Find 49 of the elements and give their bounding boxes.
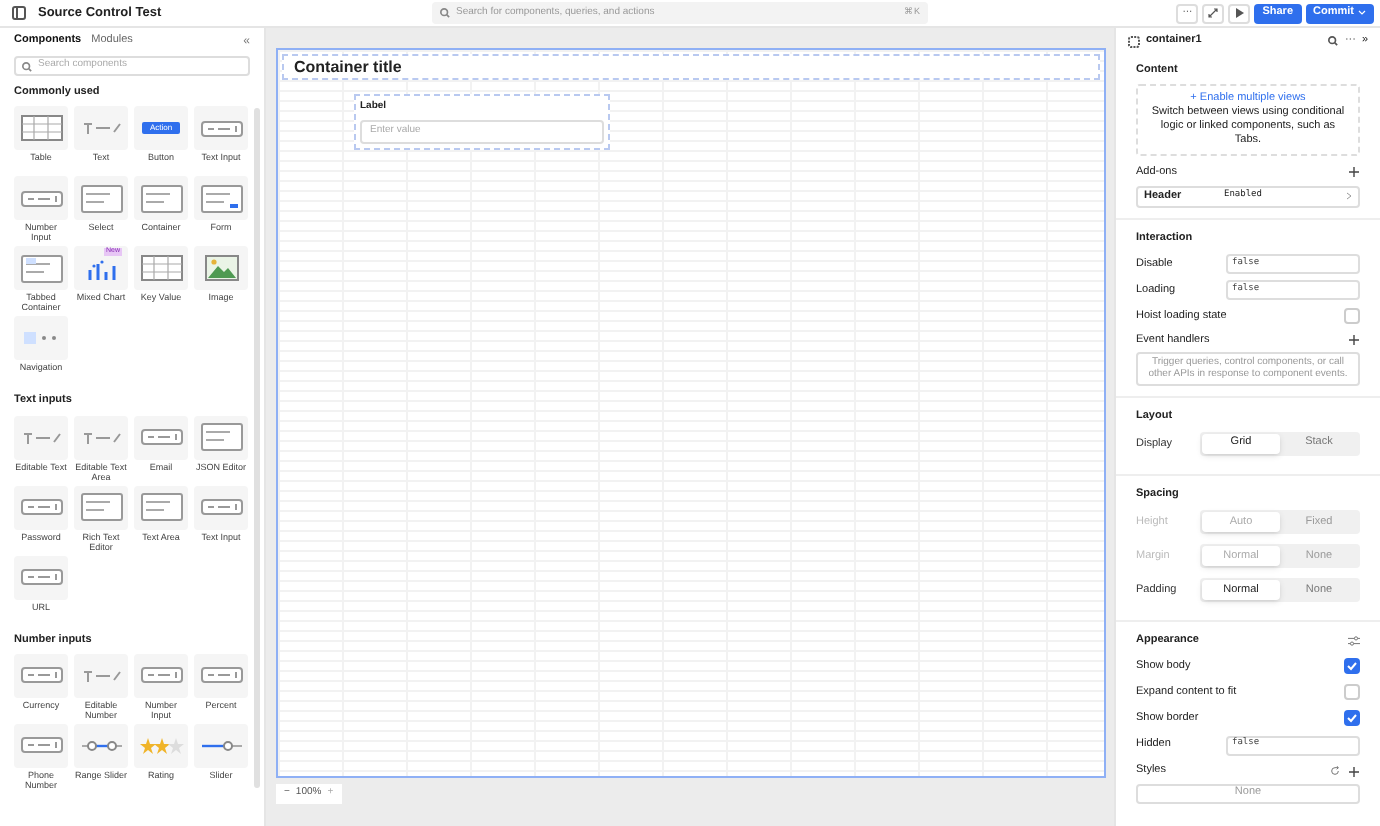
checkbox[interactable] (1344, 684, 1360, 700)
component-thumbnail-icon (203, 254, 239, 283)
component-thumbnail-icon (79, 739, 123, 752)
sliders-icon[interactable] (1348, 635, 1360, 646)
refresh-icon[interactable] (1330, 766, 1340, 776)
component-thumbnail-icon (19, 498, 63, 516)
component-thumbnail-icon (199, 119, 243, 138)
component-thumbnail-icon (199, 498, 243, 516)
component-thumbnail-icon (23, 332, 59, 345)
fullscreen-button[interactable] (1202, 3, 1225, 23)
container-icon (1128, 35, 1140, 47)
checkbox[interactable] (1344, 308, 1360, 325)
component-thumbnail-icon (79, 429, 123, 445)
component-thumbnail-icon (139, 183, 183, 214)
add-icon[interactable] (1348, 166, 1360, 179)
caret-icon (1358, 10, 1366, 16)
component-thumbnail-icon (19, 568, 63, 586)
chevron-icon (1346, 192, 1352, 200)
component-thumbnail-icon (199, 739, 243, 752)
sidebar-toggle-icon[interactable] (12, 6, 26, 20)
component-thumbnail-icon (199, 183, 243, 214)
component-thumbnail-icon (79, 667, 123, 684)
component-thumbnail-icon (199, 422, 243, 452)
component-thumbnail-icon (199, 666, 243, 685)
preview-button[interactable] (1228, 3, 1251, 23)
add-icon[interactable] (1348, 765, 1360, 777)
component-thumbnail-icon (19, 253, 63, 284)
search-icon (22, 61, 32, 71)
component-thumbnail-icon (139, 428, 183, 446)
component-thumbnail-icon (19, 429, 63, 445)
component-thumbnail-icon (79, 183, 123, 214)
component-thumbnail-icon (139, 666, 183, 685)
checkbox[interactable] (1344, 658, 1360, 674)
component-thumbnail-icon (19, 736, 63, 755)
search-icon (440, 8, 450, 18)
checkbox[interactable] (1344, 710, 1360, 726)
expand-icon (1208, 8, 1219, 18)
component-thumbnail-icon (19, 666, 63, 685)
play-icon (1235, 8, 1244, 18)
search-icon[interactable] (1328, 36, 1339, 46)
component-thumbnail-icon (19, 114, 63, 143)
add-icon[interactable] (1348, 334, 1360, 347)
component-thumbnail-icon (139, 492, 183, 522)
component-thumbnail-icon (19, 189, 63, 208)
container-title: Container title (294, 55, 402, 79)
component-thumbnail-icon (139, 737, 183, 754)
component-thumbnail-icon (79, 120, 123, 137)
component-thumbnail-icon (139, 254, 183, 283)
component-thumbnail-icon (79, 492, 123, 522)
